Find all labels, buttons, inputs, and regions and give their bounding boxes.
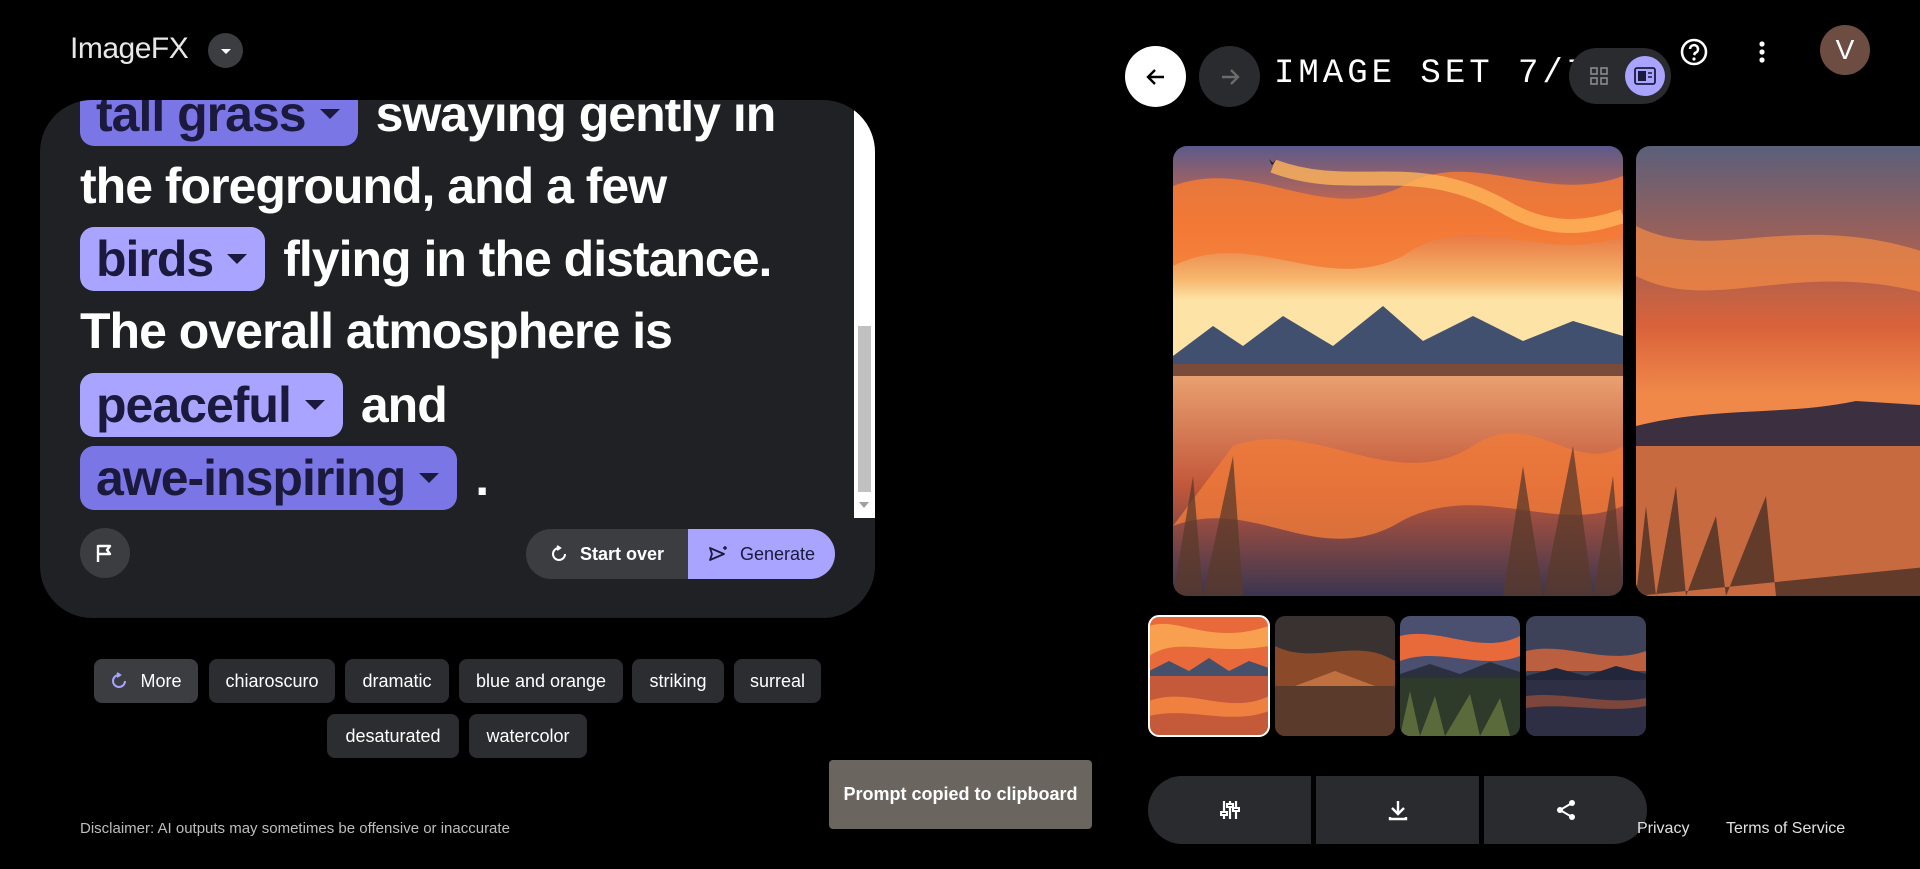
prompt-line: the foreground, and a few xyxy=(80,158,667,214)
more-suggestions-button[interactable]: More xyxy=(94,659,198,703)
scroll-down-arrow-icon[interactable] xyxy=(859,502,869,508)
view-toggle xyxy=(1569,48,1671,104)
disclaimer-text: Disclaimer: AI outputs may sometimes be … xyxy=(80,820,510,837)
prompt-scrollbar[interactable] xyxy=(854,100,875,518)
share-icon xyxy=(1556,800,1575,820)
share-button[interactable] xyxy=(1484,776,1647,844)
download-icon xyxy=(1388,801,1407,821)
download-button[interactable] xyxy=(1316,776,1479,844)
sunset-lake-image-2 xyxy=(1636,146,1920,596)
edit-button[interactable] xyxy=(1148,776,1311,844)
prompt-text-area[interactable]: tall grass swaying gently in the foregrou… xyxy=(80,100,875,518)
chevron-down-icon xyxy=(319,109,340,119)
sunset-lake-image xyxy=(1173,146,1623,596)
image-set-label: IMAGE SET 7/7 xyxy=(1274,55,1592,93)
suggestion-chip[interactable]: chiaroscuro xyxy=(209,659,335,703)
next-set-button[interactable] xyxy=(1199,46,1260,107)
prompt-line: tall grass swaying gently in xyxy=(80,100,776,146)
thumbnail-4[interactable] xyxy=(1526,616,1646,736)
start-over-button[interactable]: Start over xyxy=(526,529,688,579)
thumbnail-1[interactable] xyxy=(1148,615,1270,737)
thumbnail-3[interactable] xyxy=(1400,616,1520,736)
arrow-right-icon xyxy=(1221,68,1240,85)
privacy-link[interactable]: Privacy xyxy=(1637,820,1689,838)
grid-view-button[interactable] xyxy=(1579,56,1619,96)
suggestion-chip[interactable]: dramatic xyxy=(345,659,449,703)
previous-set-button[interactable] xyxy=(1125,46,1186,107)
prompt-chip-peaceful[interactable]: peaceful xyxy=(80,373,343,437)
suggestion-chip[interactable]: surreal xyxy=(734,659,821,703)
thumbnail-image xyxy=(1526,616,1646,736)
thumbnail-image xyxy=(1400,616,1520,736)
app-logo: ImageFX xyxy=(70,32,189,65)
prompt-line: peaceful and xyxy=(80,373,448,437)
prompt-line: birds flying in the distance. xyxy=(80,227,772,291)
more-options-button[interactable] xyxy=(1747,32,1777,72)
help-button[interactable] xyxy=(1674,32,1714,72)
thumbnail-2[interactable] xyxy=(1275,616,1395,736)
arrow-left-icon xyxy=(1145,68,1164,85)
next-image-preview[interactable] xyxy=(1636,146,1920,596)
chevron-down-icon xyxy=(304,400,325,410)
app-menu-button[interactable] xyxy=(208,33,243,68)
refresh-icon xyxy=(112,672,127,688)
send-sparkle-icon xyxy=(709,546,727,561)
help-icon xyxy=(1680,38,1708,66)
terms-link[interactable]: Terms of Service xyxy=(1726,820,1845,838)
avatar[interactable]: V xyxy=(1820,25,1870,75)
suggestion-chip[interactable]: watercolor xyxy=(469,714,587,758)
prompt-line: awe-inspiring. xyxy=(80,446,489,510)
suggestion-chip[interactable]: striking xyxy=(632,659,724,703)
toast-notification: Prompt copied to clipboard xyxy=(829,760,1092,829)
chevron-down-icon xyxy=(419,473,440,483)
prompt-chip-awe-inspiring[interactable]: awe-inspiring xyxy=(80,446,458,510)
single-image-icon xyxy=(1634,67,1656,85)
refresh-icon xyxy=(552,545,566,561)
more-vert-icon xyxy=(1759,41,1765,63)
suggestion-chip[interactable]: blue and orange xyxy=(459,659,623,703)
prompt-chip-birds[interactable]: birds xyxy=(80,227,266,291)
chevron-down-icon xyxy=(227,254,248,264)
report-button[interactable] xyxy=(80,528,130,578)
tune-icon xyxy=(1219,801,1240,819)
single-view-button[interactable] xyxy=(1625,56,1665,96)
prompt-line: The overall atmosphere is xyxy=(80,303,673,359)
prompt-chip-tall-grass[interactable]: tall grass xyxy=(80,100,358,146)
scrollbar-thumb[interactable] xyxy=(858,326,871,492)
suggestion-chip[interactable]: desaturated xyxy=(327,714,459,758)
thumbnail-image xyxy=(1275,616,1395,736)
grid-icon xyxy=(1590,67,1608,85)
thumbnail-image xyxy=(1149,616,1269,736)
chevron-down-icon xyxy=(220,48,231,54)
generated-image[interactable] xyxy=(1173,146,1623,596)
generate-button[interactable]: Generate xyxy=(688,529,835,579)
flag-icon xyxy=(96,544,112,562)
